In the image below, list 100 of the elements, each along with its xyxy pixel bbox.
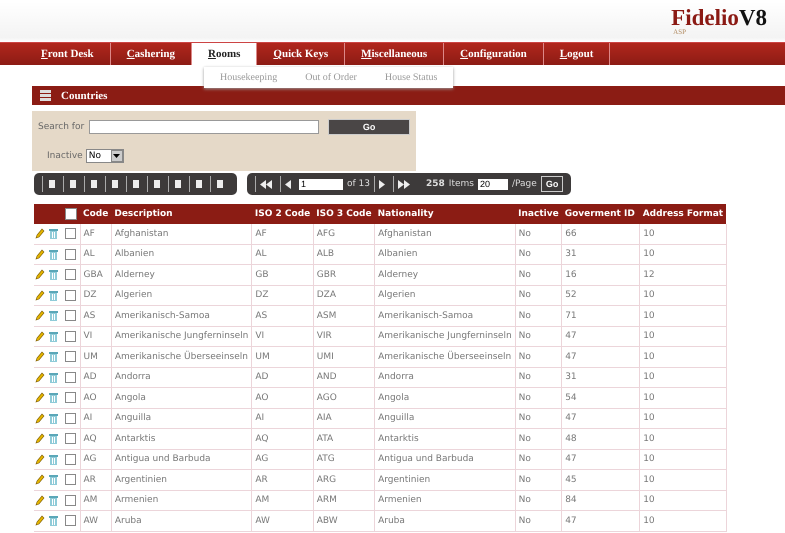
go-button[interactable]: Go: [540, 176, 564, 192]
dropdown-arrow-icon[interactable]: [113, 154, 120, 158]
table-cell: 10: [643, 310, 655, 321]
pencil-icon[interactable]: [35, 310, 45, 322]
row-checkbox[interactable]: [65, 351, 76, 362]
pencil-icon[interactable]: [35, 412, 45, 424]
select-all-checkbox[interactable]: [65, 208, 77, 220]
table-cell: 10: [643, 249, 655, 260]
table-cell: Amerikanisch-Samoa: [378, 310, 474, 321]
table-cell: AS: [255, 310, 268, 321]
pencil-icon[interactable]: [35, 248, 45, 260]
table-cell: AD: [255, 372, 268, 382]
table-cell: Argentinien: [378, 474, 430, 485]
row-checkbox[interactable]: [65, 290, 76, 301]
table-cell: ARM: [316, 495, 337, 506]
row-checkbox[interactable]: [65, 494, 76, 506]
table-cell: No: [518, 392, 531, 403]
table-cell: 10: [643, 516, 655, 526]
menu-item[interactable]: Configuration: [444, 43, 544, 65]
row-checkbox[interactable]: [65, 330, 76, 342]
table-cell: ALB: [316, 249, 334, 260]
table-cell: 10: [643, 392, 655, 403]
table-cell: VI: [255, 331, 264, 342]
pencil-icon[interactable]: [35, 515, 45, 526]
table-cell: No: [518, 270, 531, 280]
per-page-field[interactable]: 20: [478, 178, 508, 190]
row-checkbox[interactable]: [65, 474, 76, 486]
table-cell: Amerikanische Jungferninseln: [114, 331, 248, 342]
pencil-icon[interactable]: [35, 228, 45, 240]
table-cell: Antarktis: [114, 434, 156, 444]
table-cell: Amerikanisch-Samoa: [114, 310, 210, 321]
table-cell: GBR: [316, 270, 336, 280]
table-cell: VIR: [316, 331, 332, 342]
table-cell: 84: [565, 495, 577, 506]
menu-item[interactable]: Quick Keys: [257, 43, 346, 65]
row-checkbox[interactable]: [65, 248, 76, 260]
row-checkbox[interactable]: [65, 310, 76, 322]
menu-item[interactable]: Rooms: [192, 43, 258, 65]
page-field[interactable]: 1: [299, 178, 343, 190]
table-cell: 47: [565, 454, 577, 464]
pencil-icon[interactable]: [35, 454, 45, 465]
table-cell: AM: [84, 495, 98, 506]
table-cell: Antigua und Barbuda: [114, 454, 211, 464]
table-cell: Anguilla: [114, 413, 152, 424]
table-cell: Albanien: [114, 249, 154, 260]
table-cell: AO: [255, 392, 268, 403]
table-cell: 10: [643, 413, 655, 424]
menu-item[interactable]: Miscellaneous: [345, 43, 444, 65]
row-checkbox[interactable]: [65, 412, 76, 424]
table-cell: 47: [565, 331, 577, 342]
table-cell: Amerikanische Überseeinseln: [378, 352, 512, 362]
table-cell: 45: [565, 474, 577, 485]
row-checkbox[interactable]: [65, 433, 76, 444]
pencil-icon[interactable]: [35, 392, 45, 404]
go-button[interactable]: Go: [328, 119, 410, 135]
table-cell: Antarktis: [378, 434, 419, 444]
table-cell: No: [518, 249, 531, 260]
table-cell: AF: [255, 228, 267, 239]
table-cell: 10: [643, 495, 655, 506]
table-cell: DZA: [316, 290, 336, 300]
pencil-icon[interactable]: [35, 494, 45, 506]
table-cell: Amerikanische Überseeinseln: [114, 352, 248, 362]
pencil-icon[interactable]: [35, 433, 45, 444]
table-cell: 12: [643, 270, 655, 280]
table-cell: No: [518, 454, 531, 464]
table-cell: AI: [84, 413, 92, 424]
table-cell: ABW: [316, 516, 338, 526]
row-checkbox[interactable]: [65, 454, 76, 465]
table-cell: 47: [565, 516, 577, 526]
table-cell: 47: [565, 352, 577, 362]
table-cell: Algerien: [114, 290, 152, 300]
pencil-icon[interactable]: [35, 474, 45, 486]
table-cell: 10: [643, 290, 655, 300]
table-cell: Aruba: [378, 516, 405, 526]
table-cell: 31: [565, 372, 577, 382]
table-cell: AQ: [84, 434, 97, 444]
table-cell: UM: [84, 352, 98, 362]
row-checkbox[interactable]: [65, 269, 76, 280]
menu-item[interactable]: Logout: [544, 43, 610, 65]
table-cell: AFG: [316, 228, 336, 239]
row-checkbox[interactable]: [65, 515, 76, 526]
pencil-icon[interactable]: [35, 330, 45, 342]
pencil-icon[interactable]: [35, 372, 45, 383]
table-cell: AF: [84, 228, 95, 239]
table-cell: AND: [316, 372, 337, 382]
logo-name: Fidelio: [671, 5, 739, 30]
pencil-icon[interactable]: [35, 269, 45, 280]
pencil-icon[interactable]: [35, 351, 45, 362]
search-field[interactable]: [89, 120, 320, 134]
row-checkbox[interactable]: [65, 372, 76, 383]
row-checkbox[interactable]: [65, 392, 76, 404]
menu-item[interactable]: Front Desk: [25, 43, 111, 65]
table-cell: No: [518, 474, 531, 485]
pencil-icon[interactable]: [35, 290, 45, 301]
table-cell: 54: [565, 392, 577, 403]
table-cell: DZ: [84, 290, 97, 300]
row-checkbox[interactable]: [65, 228, 76, 240]
table-cell: Antigua und Barbuda: [378, 454, 474, 464]
table-cell: AG: [84, 454, 96, 464]
table-cell: Alderney: [114, 270, 155, 280]
